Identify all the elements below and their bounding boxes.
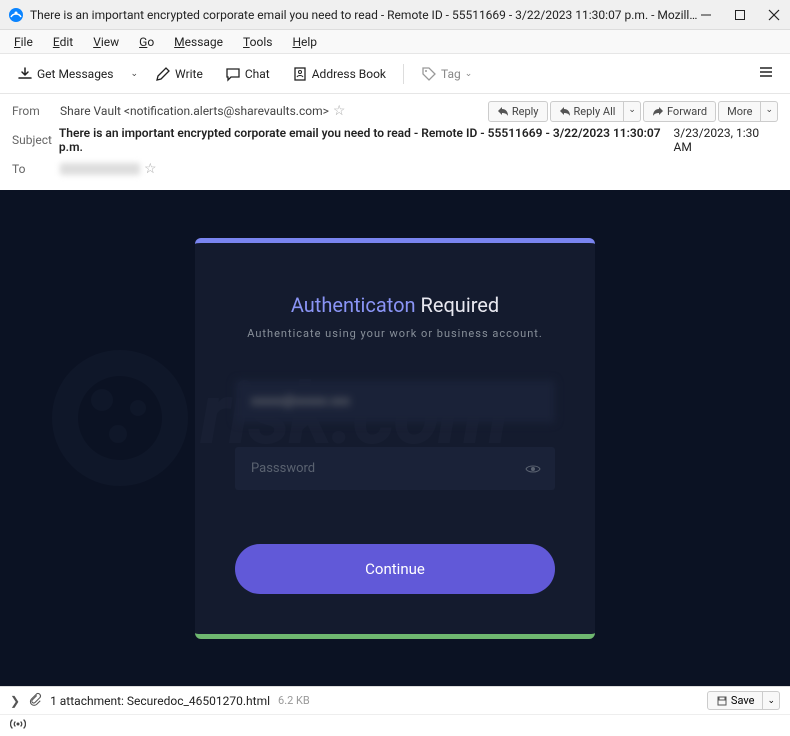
menu-help[interactable]: Help: [284, 33, 325, 51]
app-menu-button[interactable]: [750, 58, 782, 90]
save-label: Save: [731, 694, 755, 707]
app-icon: [8, 7, 24, 23]
attachment-size: 6.2 KB: [278, 694, 310, 707]
subject-value: There is an important encrypted corporat…: [59, 126, 674, 154]
address-book-button[interactable]: Address Book: [283, 61, 395, 87]
auth-card: Authenticaton Required Authenticate usin…: [195, 238, 595, 639]
close-button[interactable]: [766, 7, 782, 23]
forward-icon: [652, 105, 664, 117]
menubar: File Edit View Go Message Tools Help: [0, 30, 790, 54]
menu-tools[interactable]: Tools: [235, 33, 280, 51]
toolbar: Get Messages ⌄ Write Chat Address Book T…: [0, 54, 790, 94]
separator: [403, 64, 404, 84]
forward-button[interactable]: Forward: [643, 101, 716, 122]
auth-title-accent: Authenticaton: [291, 293, 416, 317]
from-label: From: [12, 104, 60, 118]
more-button[interactable]: More: [718, 101, 761, 122]
message-body: risk.com Authenticaton Required Authenti…: [0, 190, 790, 686]
attachment-text[interactable]: 1 attachment: Securedoc_46501270.html: [50, 694, 270, 708]
save-attachment-button[interactable]: Save: [707, 691, 764, 710]
auth-subtitle: Authenticate using your work or business…: [235, 327, 555, 340]
menu-view[interactable]: View: [85, 33, 127, 51]
tag-label: Tag: [441, 67, 461, 81]
hamburger-icon: [758, 64, 774, 80]
subject-label: Subject: [12, 133, 59, 147]
reply-label: Reply: [512, 105, 539, 118]
more-dropdown[interactable]: ⌄: [761, 101, 778, 122]
reply-all-dropdown[interactable]: ⌄: [624, 101, 641, 122]
address-book-label: Address Book: [312, 67, 386, 81]
save-dropdown[interactable]: ⌄: [763, 691, 780, 710]
to-value-redacted: [60, 163, 140, 175]
attachment-expand[interactable]: ❯: [10, 694, 20, 708]
star-icon-to[interactable]: ☆: [144, 161, 157, 177]
from-value[interactable]: Share Vault <notification.alerts@shareva…: [60, 104, 329, 118]
timestamp: 3/23/2023, 1:30 AM: [674, 126, 778, 154]
address-book-icon: [292, 66, 308, 82]
attachment-bar: ❯ 1 attachment: Securedoc_46501270.html …: [0, 686, 790, 714]
window-title: There is an important encrypted corporat…: [30, 8, 698, 22]
minimize-button[interactable]: [698, 7, 714, 23]
get-messages-dropdown[interactable]: ⌄: [127, 65, 143, 83]
message-header: From Share Vault <notification.alerts@sh…: [0, 94, 790, 190]
save-icon: [716, 695, 728, 707]
chat-icon: [225, 66, 241, 82]
broadcast-icon[interactable]: [10, 716, 26, 735]
forward-label: Forward: [667, 105, 707, 118]
titlebar: There is an important encrypted corporat…: [0, 0, 790, 30]
auth-title: Authenticaton Required: [235, 293, 555, 317]
star-icon[interactable]: ☆: [333, 103, 346, 119]
tag-button[interactable]: Tag ⌄: [412, 61, 481, 87]
maximize-button[interactable]: [732, 7, 748, 23]
pencil-icon: [155, 66, 171, 82]
reply-icon: [497, 105, 509, 117]
get-messages-label: Get Messages: [37, 67, 114, 81]
more-label: More: [727, 105, 752, 118]
paperclip-icon: [28, 692, 42, 709]
reply-all-button[interactable]: Reply All: [550, 101, 625, 122]
download-icon: [17, 66, 33, 82]
to-label: To: [12, 162, 60, 176]
password-field[interactable]: [235, 447, 555, 490]
menu-edit[interactable]: Edit: [45, 33, 81, 51]
reply-button[interactable]: Reply: [488, 101, 548, 122]
continue-button[interactable]: Continue: [235, 544, 555, 594]
write-label: Write: [175, 67, 203, 81]
reply-all-icon: [559, 105, 571, 117]
tag-icon: [421, 66, 437, 82]
auth-title-rest: Required: [416, 293, 500, 317]
menu-message[interactable]: Message: [166, 33, 231, 51]
chat-label: Chat: [245, 67, 270, 81]
reply-all-label: Reply All: [574, 105, 616, 118]
get-messages-button[interactable]: Get Messages: [8, 61, 123, 87]
chat-button[interactable]: Chat: [216, 61, 279, 87]
status-bar: [0, 714, 790, 736]
write-button[interactable]: Write: [146, 61, 212, 87]
email-field[interactable]: [235, 380, 555, 423]
menu-go[interactable]: Go: [131, 33, 162, 51]
menu-file[interactable]: File: [6, 33, 41, 51]
eye-icon[interactable]: [525, 461, 541, 481]
